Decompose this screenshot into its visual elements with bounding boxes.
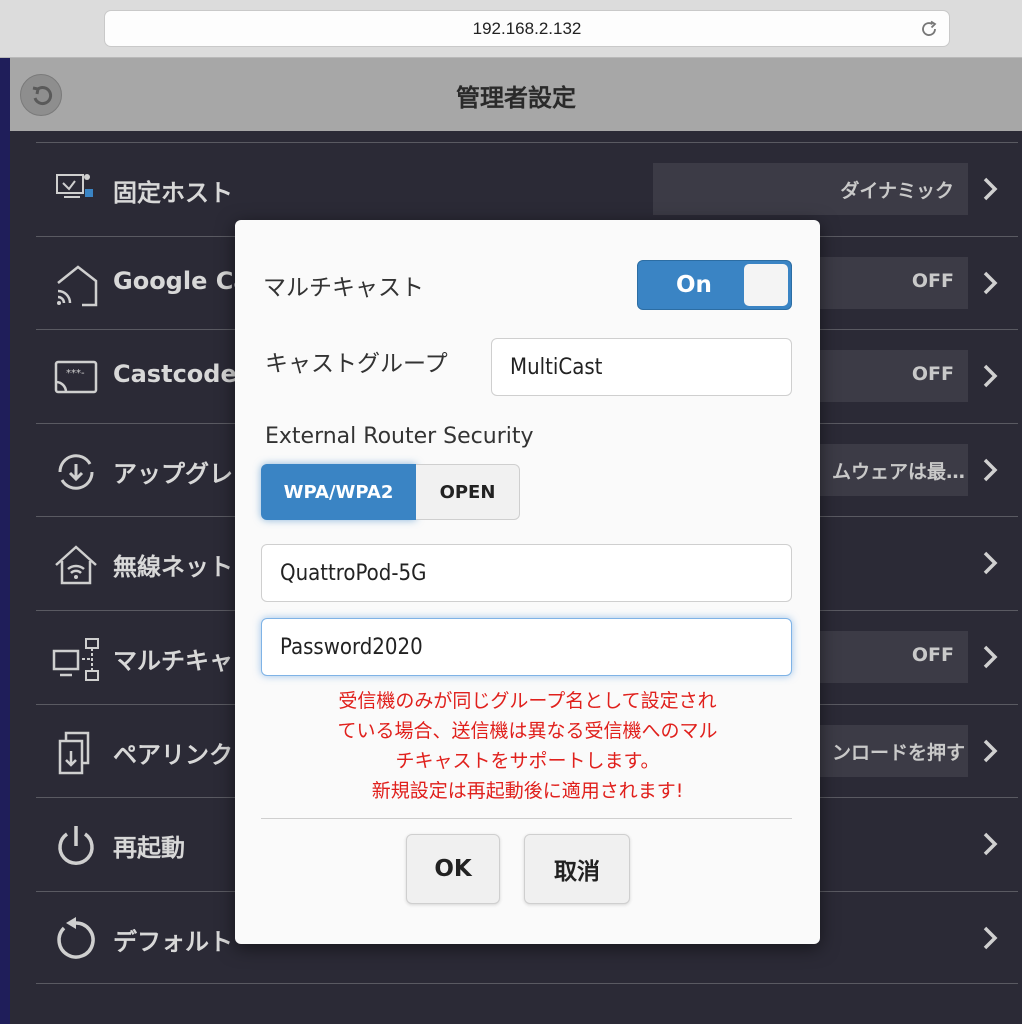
multicast-dialog: マルチキャスト On キャストグループ MultiCast External R…	[235, 220, 820, 944]
security-selector: WPA/WPA2 OPEN	[261, 464, 520, 520]
svg-text:***-: ***-	[66, 368, 85, 379]
app-header: 管理者設定	[10, 58, 1022, 131]
row-label: アップグレ	[113, 459, 233, 488]
warning-line: 新規設定は再起動後に適用されます!	[371, 780, 684, 802]
chevron-right-icon	[983, 271, 998, 294]
chevron-right-icon	[983, 645, 998, 669]
url-text: 192.168.2.132	[472, 19, 582, 38]
row-label: 無線ネット	[113, 553, 233, 582]
row-value: ンロードを押す	[818, 724, 968, 777]
ok-button[interactable]: OK	[406, 834, 500, 904]
row-label: 再起動	[113, 834, 185, 863]
divider	[261, 818, 792, 819]
row-label: 固定ホスト	[113, 179, 233, 207]
warning-line: チキャストをサポートします。	[395, 750, 660, 772]
cancel-button[interactable]: 取消	[524, 834, 630, 904]
multicast-toggle[interactable]: On	[637, 260, 792, 310]
row-label: デフォルト	[113, 927, 233, 956]
cast-group-input[interactable]: MultiCast	[491, 338, 792, 396]
chevron-right-icon	[983, 926, 998, 949]
page-title: 管理者設定	[456, 84, 576, 112]
reset-icon	[57, 916, 95, 959]
row-label: ペアリンク	[113, 740, 233, 769]
monitor-lock-icon	[56, 174, 93, 198]
multicast-label: マルチキャスト	[263, 275, 424, 301]
home-wifi-icon	[55, 545, 97, 585]
chevron-right-icon	[983, 177, 998, 201]
row-value: OFF	[818, 630, 968, 683]
reload-icon[interactable]	[919, 19, 939, 39]
browser-toolbar: 192.168.2.132	[0, 0, 1022, 58]
row-value: ムウェアは最…	[818, 443, 968, 496]
toggle-label: On	[676, 272, 712, 298]
row-label: Castcode	[113, 360, 237, 389]
home-cast-icon	[57, 265, 98, 306]
address-bar[interactable]: 192.168.2.132	[104, 10, 950, 47]
warning-message: 受信機のみが同じグループ名として設定され ている場合、送信機は異なる受信機へのマ…	[265, 686, 790, 806]
cast-code-icon: ***-	[54, 360, 98, 394]
password-input[interactable]: Password2020	[261, 618, 792, 676]
chevron-right-icon	[983, 739, 998, 762]
power-icon	[58, 826, 94, 866]
network-devices-icon	[52, 637, 99, 681]
chevron-right-icon	[983, 364, 998, 388]
chevron-right-icon	[983, 458, 998, 482]
toggle-knob[interactable]	[744, 264, 788, 306]
ssid-input[interactable]: QuattroPod-5G	[261, 544, 792, 602]
left-edge	[0, 58, 10, 1024]
pairing-download-icon	[58, 731, 90, 774]
chevron-right-icon	[983, 832, 998, 856]
router-security-label: External Router Security	[265, 424, 534, 449]
row-label: マルチキャ	[113, 646, 233, 675]
warning-line: 受信機のみが同じグループ名として設定され	[338, 690, 717, 712]
row-label: Google Ca	[113, 266, 250, 295]
row-value: ダイナミック	[653, 163, 968, 215]
open-option-button[interactable]: OPEN	[416, 464, 520, 520]
wpa-option-button[interactable]: WPA/WPA2	[261, 464, 416, 520]
warning-line: ている場合、送信機は異なる受信機へのマル	[337, 720, 718, 742]
row-value: OFF	[818, 350, 968, 403]
cast-group-label: キャストグループ	[265, 351, 448, 377]
chevron-right-icon	[983, 552, 998, 575]
refresh-download-icon	[58, 454, 94, 490]
row-value: OFF	[818, 256, 968, 309]
